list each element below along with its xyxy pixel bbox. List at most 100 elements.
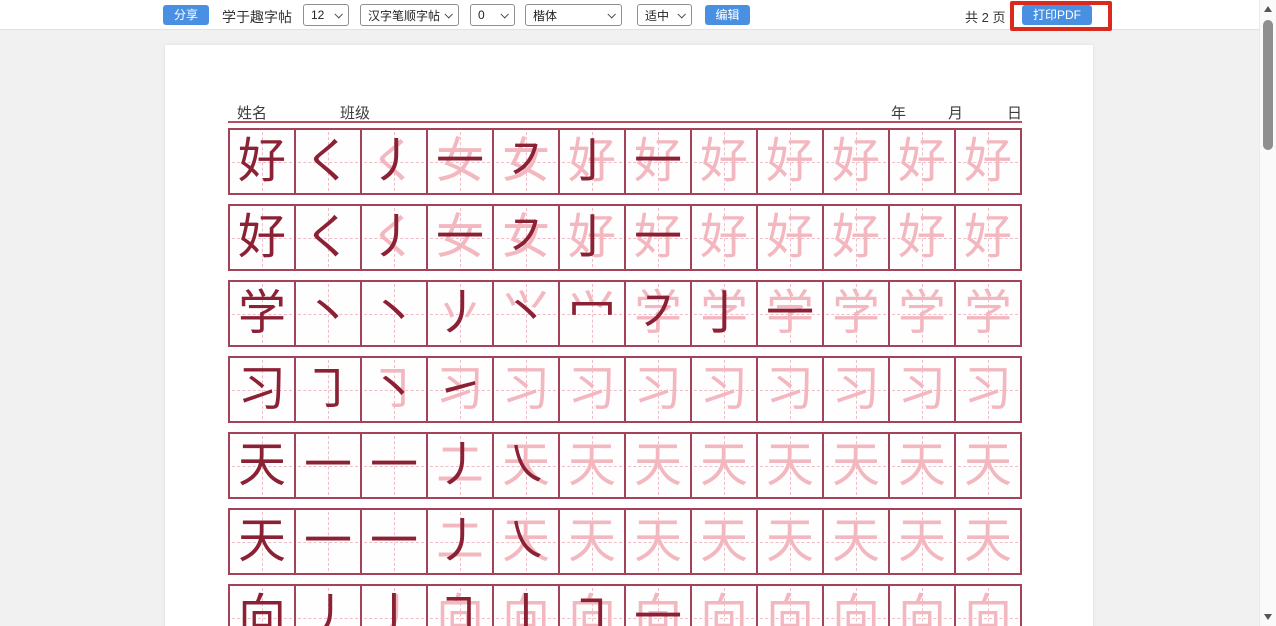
scroll-down-icon[interactable] <box>1264 614 1272 620</box>
stroke-character: 丿 <box>428 434 492 497</box>
grid-cell: 二丿 <box>427 509 493 574</box>
trace-character: 好 <box>692 130 756 193</box>
trace-character: 天 <box>890 510 954 573</box>
grid-cell: 天 <box>823 433 889 498</box>
trace-character: 向 <box>692 586 756 626</box>
stroke-character: 一 <box>296 434 360 497</box>
sheet-type-select-value: 汉字笔顺字帖 <box>368 7 440 24</box>
stroke-character: ㇆ <box>428 586 492 626</box>
trace-character: 习 <box>692 358 756 421</box>
trace-character: 习 <box>626 358 690 421</box>
grid-cell: 习 <box>691 357 757 422</box>
grid-cell: 习 <box>229 357 295 422</box>
trace-character: 好 <box>890 206 954 269</box>
grid-cell: 二丿 <box>427 433 493 498</box>
grid-cell: 好 <box>229 129 295 194</box>
trace-character: 好 <box>692 206 756 269</box>
grid-cell: 学 <box>823 281 889 346</box>
vertical-scrollbar[interactable] <box>1259 0 1276 626</box>
site-title: 学于趣字帖 <box>222 7 292 27</box>
grid-cell: 向丨 <box>493 585 559 626</box>
sheet-paper: 姓名 班级 年 月 日 好くく丿女一女㇇好亅好一好好好好好好くく丿女一女㇇好亅好… <box>165 45 1093 626</box>
stroke-character: 亅 <box>560 130 624 193</box>
grid-cell: 好 <box>823 205 889 270</box>
number-select-value: 0 <box>478 8 485 22</box>
number-select[interactable]: 0 <box>470 4 515 26</box>
stroke-character: 一 <box>626 586 690 626</box>
page-background: 分享 学于趣字帖 12 汉字笔顺字帖 0 楷体 适中 编辑 共 2 页 打印PD… <box>0 0 1276 626</box>
grid-cell: 好 <box>229 205 295 270</box>
grid-cell: 天 <box>559 433 625 498</box>
grid-cell: 天 <box>691 509 757 574</box>
grid-cell: 习 <box>757 357 823 422</box>
grid-cell: 好一 <box>625 129 691 194</box>
font-select-value: 楷体 <box>533 7 557 24</box>
edit-button[interactable]: 编辑 <box>705 5 750 25</box>
grid-cell: 学 <box>955 281 1021 346</box>
grid-cell: 学 <box>229 281 295 346</box>
stroke-character: く <box>296 130 360 193</box>
scroll-up-icon[interactable] <box>1264 6 1272 12</box>
stroke-character: く <box>296 206 360 269</box>
trace-character: 好 <box>890 130 954 193</box>
grid-cell: ㇆丶 <box>361 357 427 422</box>
grid-cell: 向 <box>691 585 757 626</box>
trace-character: 习 <box>560 358 624 421</box>
density-select-value: 适中 <box>645 7 669 24</box>
trace-character: 天 <box>956 510 1020 573</box>
grid-cell: 丷丿 <box>427 281 493 346</box>
grid-cell: 丶 <box>295 281 361 346</box>
page-count-label: 共 2 页 <box>965 7 1005 26</box>
stroke-character: 一 <box>296 510 360 573</box>
grid-cell: 学一 <box>757 281 823 346</box>
stroke-character: 天 <box>230 434 294 497</box>
grid-cell: 向 <box>229 585 295 626</box>
grid-cell: 天 <box>955 509 1021 574</box>
trace-character: 好 <box>758 206 822 269</box>
grid-cell: 向 <box>889 585 955 626</box>
trace-character: 天 <box>560 434 624 497</box>
trace-character: 习 <box>824 358 888 421</box>
trace-character: 天 <box>560 510 624 573</box>
chevron-down-icon <box>500 10 508 18</box>
grid-cell: 习 <box>823 357 889 422</box>
size-select-value: 12 <box>311 8 324 22</box>
grid-cell: く丿 <box>361 205 427 270</box>
stroke-character: 丿 <box>428 510 492 573</box>
grid-cell: 一 <box>295 433 361 498</box>
stroke-character: 丶 <box>296 282 360 345</box>
trace-character: 习 <box>758 358 822 421</box>
sheet-type-select[interactable]: 汉字笔顺字帖 <box>360 4 459 26</box>
stroke-character: ㇇ <box>626 282 690 345</box>
trace-character: 向 <box>758 586 822 626</box>
stroke-character: 一 <box>428 130 492 193</box>
font-select[interactable]: 楷体 <box>525 4 622 26</box>
grid-cell: 好亅 <box>559 205 625 270</box>
class-label: 班级 <box>340 102 370 123</box>
grid-cell: 丿 <box>295 585 361 626</box>
grid-cell: 天 <box>625 509 691 574</box>
month-label: 月 <box>948 102 963 123</box>
grid-cell: 向 <box>823 585 889 626</box>
chevron-down-icon <box>607 10 615 18</box>
grid-cell: く <box>295 129 361 194</box>
grid-cell: 好 <box>955 205 1021 270</box>
grid-cell: 天 <box>757 509 823 574</box>
practice-grid: 好くく丿女一女㇇好亅好一好好好好好好くく丿女一女㇇好亅好一好好好好好学丶丶丶丷丿… <box>228 128 1022 626</box>
trace-character: 好 <box>824 206 888 269</box>
size-select[interactable]: 12 <box>303 4 349 26</box>
scrollbar-thumb[interactable] <box>1263 20 1273 150</box>
stroke-character: ㇇ <box>494 130 558 193</box>
grid-cell: 一一 <box>361 509 427 574</box>
stroke-character: 一 <box>626 130 690 193</box>
trace-character: 向 <box>824 586 888 626</box>
stroke-character: ㇆ <box>296 358 360 421</box>
grid-row: 习㇆㇆丶习㇀习习习习习习习习 <box>228 356 1022 423</box>
share-button[interactable]: 分享 <box>163 5 209 25</box>
grid-cell: 天 <box>625 433 691 498</box>
grid-cell: 天 <box>757 433 823 498</box>
grid-cell: 好 <box>757 205 823 270</box>
density-select[interactable]: 适中 <box>637 4 692 26</box>
print-pdf-button[interactable]: 打印PDF <box>1022 5 1092 25</box>
trace-character: 天 <box>758 434 822 497</box>
